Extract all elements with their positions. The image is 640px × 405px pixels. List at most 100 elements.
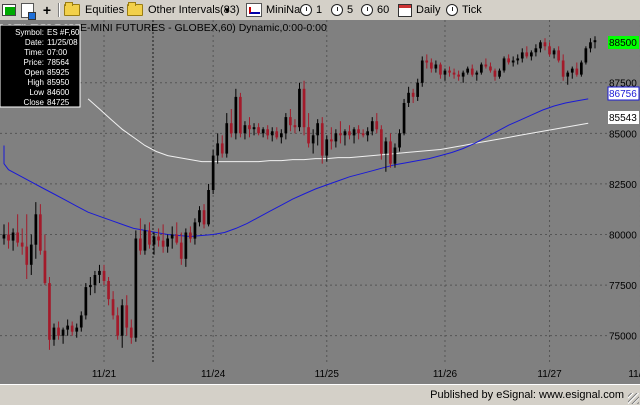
candle-body	[57, 327, 60, 336]
candle-body	[416, 82, 419, 97]
candle-body	[575, 68, 579, 75]
candle-body	[257, 127, 260, 134]
cursor-info-label: Open	[24, 68, 44, 77]
candle-body	[43, 250, 47, 284]
candle-body	[116, 315, 119, 336]
candle-body	[525, 52, 529, 57]
candle-body	[402, 103, 406, 134]
candle-body	[202, 210, 206, 225]
candle-body	[543, 42, 547, 47]
candle-body	[557, 50, 560, 61]
candle-body	[143, 230, 147, 251]
candle-body	[225, 123, 229, 154]
candle-body	[193, 222, 197, 239]
candle-body	[284, 117, 288, 134]
candle-body	[102, 270, 106, 281]
toolbar-separator	[58, 3, 60, 17]
candle-body	[311, 135, 315, 144]
candle-body	[334, 133, 338, 142]
equities-dropdown[interactable]: Equities ▼	[64, 2, 135, 18]
candle-body	[307, 127, 310, 144]
candle-body	[170, 234, 174, 239]
candle-body	[189, 232, 192, 239]
candle-body	[7, 234, 10, 241]
candle-body	[66, 325, 69, 330]
candle-body	[475, 72, 479, 75]
cursor-info-value: 85950	[47, 78, 70, 87]
chart-layout-button[interactable]	[2, 2, 16, 18]
candle-body	[125, 305, 129, 328]
price-tick-label: 75000	[609, 332, 637, 343]
candle-body	[498, 70, 501, 77]
candle-body	[175, 234, 179, 243]
toolbar: + Equities ▼ Other Intervals ▼ (83) Mini…	[0, 0, 640, 21]
interval-1-button[interactable]: 1	[300, 2, 322, 18]
candle-body	[152, 236, 156, 245]
candle-body	[534, 48, 538, 53]
slow-ma-badge: 85543	[608, 111, 639, 124]
candle-body	[516, 58, 520, 61]
candle-body	[211, 155, 215, 190]
candle-body	[275, 131, 279, 138]
candle-body	[111, 299, 115, 316]
candle-body	[120, 305, 124, 336]
price-tick-label: 82500	[609, 180, 637, 191]
candle-body	[407, 92, 410, 103]
candle-body	[539, 42, 542, 49]
candle-body	[48, 283, 51, 340]
other-intervals-dropdown[interactable]: Other Intervals ▼	[127, 2, 231, 18]
folder-icon	[127, 2, 143, 16]
study-menu-button[interactable]: (83)	[220, 2, 240, 18]
candle-body	[570, 68, 574, 73]
chart-icon	[246, 3, 262, 17]
cursor-info-window[interactable]: Symbol: ES #F,60Date: 11/25/08Time: 07:00Pr…	[0, 24, 81, 108]
candle-body	[366, 131, 369, 136]
candle-body	[207, 190, 210, 225]
cursor-info-label: High	[28, 78, 44, 87]
cursor-info-label: Time:	[24, 48, 44, 57]
mininaz-button[interactable]: MiniNaz	[246, 2, 306, 18]
cursor-info-value: 11/25/08	[47, 38, 78, 47]
clock-icon	[331, 4, 343, 16]
plus-icon: +	[42, 2, 52, 18]
candle-body	[129, 327, 133, 338]
price-chart[interactable]: 750007750080000825008500087500 11/21 11/2…	[0, 20, 640, 384]
interval-60-button[interactable]: 60	[361, 2, 389, 18]
candle-body	[320, 123, 324, 156]
price-axis[interactable]	[607, 20, 640, 364]
new-page-button[interactable]	[21, 2, 36, 20]
resize-grip-icon[interactable]	[628, 393, 639, 404]
candle-body	[452, 72, 456, 75]
tick-button[interactable]: Tick	[446, 2, 482, 18]
daily-button[interactable]: Daily	[398, 2, 440, 18]
candle-body	[398, 133, 401, 148]
candle-body	[430, 62, 433, 69]
clock-icon	[446, 4, 458, 16]
candle-body	[293, 125, 297, 128]
candle-body	[220, 143, 224, 154]
plot-area[interactable]	[0, 20, 607, 364]
candle-body	[148, 230, 151, 245]
price-tick-label: 80000	[609, 230, 637, 241]
interval-5-button[interactable]: 5	[331, 2, 353, 18]
time-tick-label: 11/26	[433, 369, 458, 380]
candle-body	[98, 270, 101, 275]
candle-body	[134, 238, 138, 338]
candle-body	[16, 232, 19, 243]
candle-body	[280, 133, 283, 138]
price-tick-label: 77500	[609, 281, 637, 292]
add-button[interactable]: +	[41, 2, 53, 18]
candle-body	[389, 141, 392, 164]
slow-ma-value: 85543	[609, 113, 637, 124]
daily-label: Daily	[416, 4, 441, 16]
clock-icon	[300, 4, 312, 16]
candle-body	[580, 62, 583, 75]
candle-body	[93, 275, 97, 286]
candle-body	[166, 238, 169, 247]
candle-body	[107, 281, 110, 300]
candle-body	[434, 64, 438, 69]
candle-body	[325, 139, 329, 156]
candle-body	[79, 315, 83, 328]
candle-body	[493, 70, 497, 77]
candle-body	[466, 68, 469, 73]
